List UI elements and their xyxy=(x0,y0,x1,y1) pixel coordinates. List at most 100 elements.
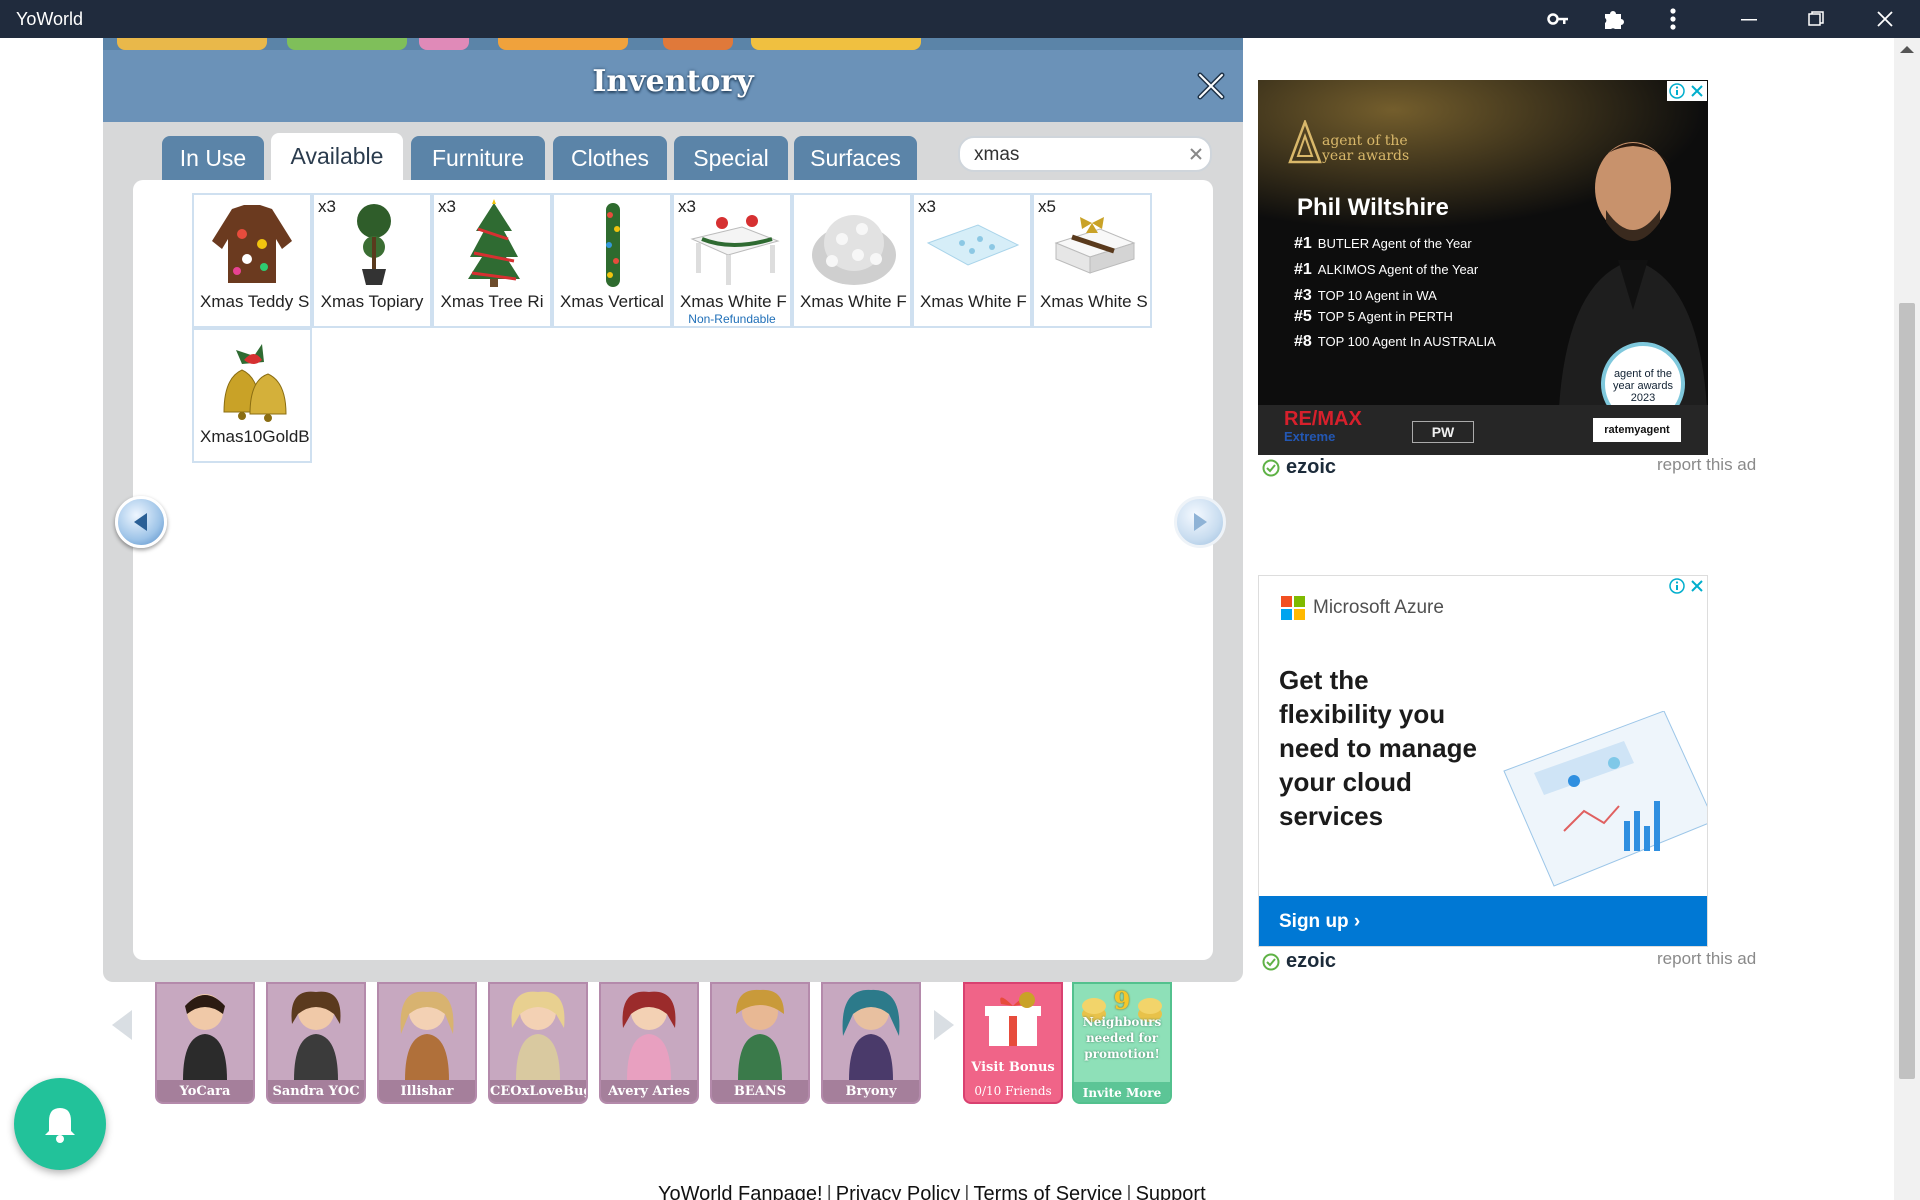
notifications-button[interactable] xyxy=(14,1078,106,1170)
item-label: Xmas White F xyxy=(920,292,1027,311)
non-refundable-note: Non-Refundable xyxy=(688,312,776,326)
ad-info-icon[interactable] xyxy=(1667,81,1687,101)
ad-close-icon[interactable] xyxy=(1687,81,1707,101)
tab-in-use[interactable]: In Use xyxy=(162,136,264,180)
avatar xyxy=(736,989,784,1080)
inventory-title: Inventory xyxy=(592,64,754,99)
kebab-menu-icon[interactable] xyxy=(1648,0,1698,38)
key-icon[interactable] xyxy=(1533,0,1583,38)
item-quantity: x3 xyxy=(918,197,936,216)
invite-count: 9 xyxy=(1113,986,1131,1015)
scrollbar-thumb[interactable] xyxy=(1899,303,1915,1079)
ad-close-icon[interactable] xyxy=(1687,576,1707,596)
tab-furniture[interactable]: Furniture xyxy=(411,136,545,180)
footer-link-support[interactable]: Support xyxy=(1136,1183,1206,1200)
inventory-search-input[interactable]: xmas xyxy=(958,136,1212,172)
ad-brand: Microsoft Azure xyxy=(1281,596,1444,620)
next-page-button[interactable] xyxy=(1174,496,1226,548)
item-quantity: x3 xyxy=(678,197,696,216)
previous-page-button[interactable] xyxy=(115,496,167,548)
report-ad-link[interactable]: report this ad xyxy=(1657,455,1756,475)
footer-link-privacy[interactable]: Privacy Policy xyxy=(836,1183,960,1200)
ad-controls xyxy=(1667,81,1707,101)
ad-headline: Get the flexibility you need to manage y… xyxy=(1279,665,1477,831)
ezoic-check-icon xyxy=(1262,459,1280,476)
visit-bonus-count: 0/10 Friends xyxy=(974,1084,1052,1098)
ugly-sweater-icon xyxy=(212,205,292,283)
friend-name: Bryony xyxy=(823,1080,919,1102)
friend-card[interactable]: BEANS xyxy=(710,982,810,1104)
inventory-item[interactable]: Xmas White F xyxy=(792,193,912,328)
friends-next-arrow-icon[interactable] xyxy=(932,1010,956,1040)
friend-name: YoCara xyxy=(157,1080,253,1102)
invite-more-button[interactable]: Invite More xyxy=(1074,1082,1170,1102)
ad-remax-logo: RE/MAX Extreme xyxy=(1284,408,1362,444)
puzzle-icon[interactable] xyxy=(1588,0,1638,38)
friend-card[interactable]: Bryony xyxy=(821,982,921,1104)
tab-available[interactable]: Available xyxy=(271,133,403,180)
search-query: xmas xyxy=(974,144,1020,165)
ad-info-icon[interactable] xyxy=(1667,576,1687,596)
inventory-item[interactable]: x3 Xmas White F xyxy=(912,193,1032,328)
restore-icon[interactable] xyxy=(1791,0,1841,38)
inventory-item[interactable]: x3 Xmas Tree Ri xyxy=(432,193,552,328)
dashboard-illustration-icon xyxy=(1503,711,1707,887)
topiary-icon xyxy=(357,204,391,285)
gift-box-icon xyxy=(1054,217,1136,274)
invite-text: Neighbours needed for promotion! xyxy=(1082,1015,1162,1061)
friend-card[interactable]: Sandra YOC xyxy=(266,982,366,1104)
ad-rank-row: #3 TOP 10 Agent in WA xyxy=(1294,287,1437,304)
xmas-tree-icon xyxy=(468,199,520,287)
window-title: YoWorld xyxy=(16,9,84,29)
inventory-item[interactable]: x5 Xmas White S xyxy=(1032,193,1152,328)
friend-name: CEOxLoveBug xyxy=(490,1080,586,1102)
friends-prev-arrow-icon[interactable] xyxy=(110,1010,134,1040)
inventory-item[interactable]: Xmas Vertical xyxy=(552,193,672,328)
item-label: Xmas Teddy S xyxy=(200,292,310,311)
ad-banner-realestate[interactable]: agent of the year awards Phil Wiltshire … xyxy=(1258,80,1708,455)
ad-signup-button[interactable]: Sign up › xyxy=(1259,896,1707,946)
gold-bells-icon xyxy=(223,344,287,422)
tab-clothes[interactable]: Clothes xyxy=(553,136,667,180)
friend-card[interactable]: CEOxLoveBug xyxy=(488,982,588,1104)
visit-bonus-card[interactable]: Visit Bonus 0/10 Friends xyxy=(963,982,1063,1104)
gift-icon xyxy=(985,992,1041,1046)
minimize-icon[interactable] xyxy=(1724,0,1774,38)
footer-link-terms[interactable]: Terms of Service xyxy=(973,1183,1122,1200)
page-scrollbar[interactable] xyxy=(1894,38,1920,1200)
tab-special[interactable]: Special xyxy=(674,136,788,180)
friend-card[interactable]: Avery Aries xyxy=(599,982,699,1104)
inventory-item[interactable]: x3 Xmas White F Non-Refundable xyxy=(672,193,792,328)
snow-rug-icon xyxy=(926,224,1020,266)
item-label: Xmas White F xyxy=(680,292,787,311)
white-table-icon xyxy=(690,215,780,285)
bell-icon xyxy=(45,1108,75,1143)
tab-surfaces[interactable]: Surfaces xyxy=(794,136,917,180)
inventory-item[interactable]: Xmas10GoldB xyxy=(192,328,312,463)
footer-link-fanpage[interactable]: YoWorld Fanpage! xyxy=(658,1183,823,1200)
inventory-close-button[interactable] xyxy=(1193,68,1229,104)
close-icon[interactable] xyxy=(1860,0,1910,38)
invite-card[interactable]: 9 Neighbours needed for promotion! Invit… xyxy=(1072,982,1172,1104)
report-ad-link[interactable]: report this ad xyxy=(1657,949,1756,969)
scroll-up-arrow-icon[interactable] xyxy=(1900,46,1914,53)
ad-agent-name: Phil Wiltshire xyxy=(1297,194,1449,221)
white-flower-pile-icon xyxy=(812,215,896,285)
inventory-item[interactable]: x3 Xmas Topiary xyxy=(312,193,432,328)
close-x-icon xyxy=(1197,72,1225,100)
item-label: Xmas Topiary xyxy=(320,292,424,311)
window-titlebar: YoWorld xyxy=(0,0,1920,38)
friend-name: BEANS xyxy=(712,1080,808,1102)
award-logo-icon xyxy=(1288,120,1322,164)
ad-banner-azure[interactable]: Microsoft Azure Get the flexibility you … xyxy=(1258,575,1708,947)
clear-search-icon[interactable] xyxy=(1186,143,1206,165)
friend-card[interactable]: YoCara xyxy=(155,982,255,1104)
inventory-item[interactable]: Xmas Teddy S xyxy=(192,193,312,328)
friend-card[interactable]: Illishar xyxy=(377,982,477,1104)
ezoic-check-icon xyxy=(1262,953,1280,970)
ad-ratemyagent-logo: ratemyagent xyxy=(1593,418,1681,442)
ad-rank-row: #1 ALKIMOS Agent of the Year xyxy=(1294,261,1479,278)
item-quantity: x5 xyxy=(1038,197,1056,216)
ad-awards-text: agent of the year awards xyxy=(1322,133,1410,164)
inventory-header: Inventory xyxy=(103,50,1243,122)
